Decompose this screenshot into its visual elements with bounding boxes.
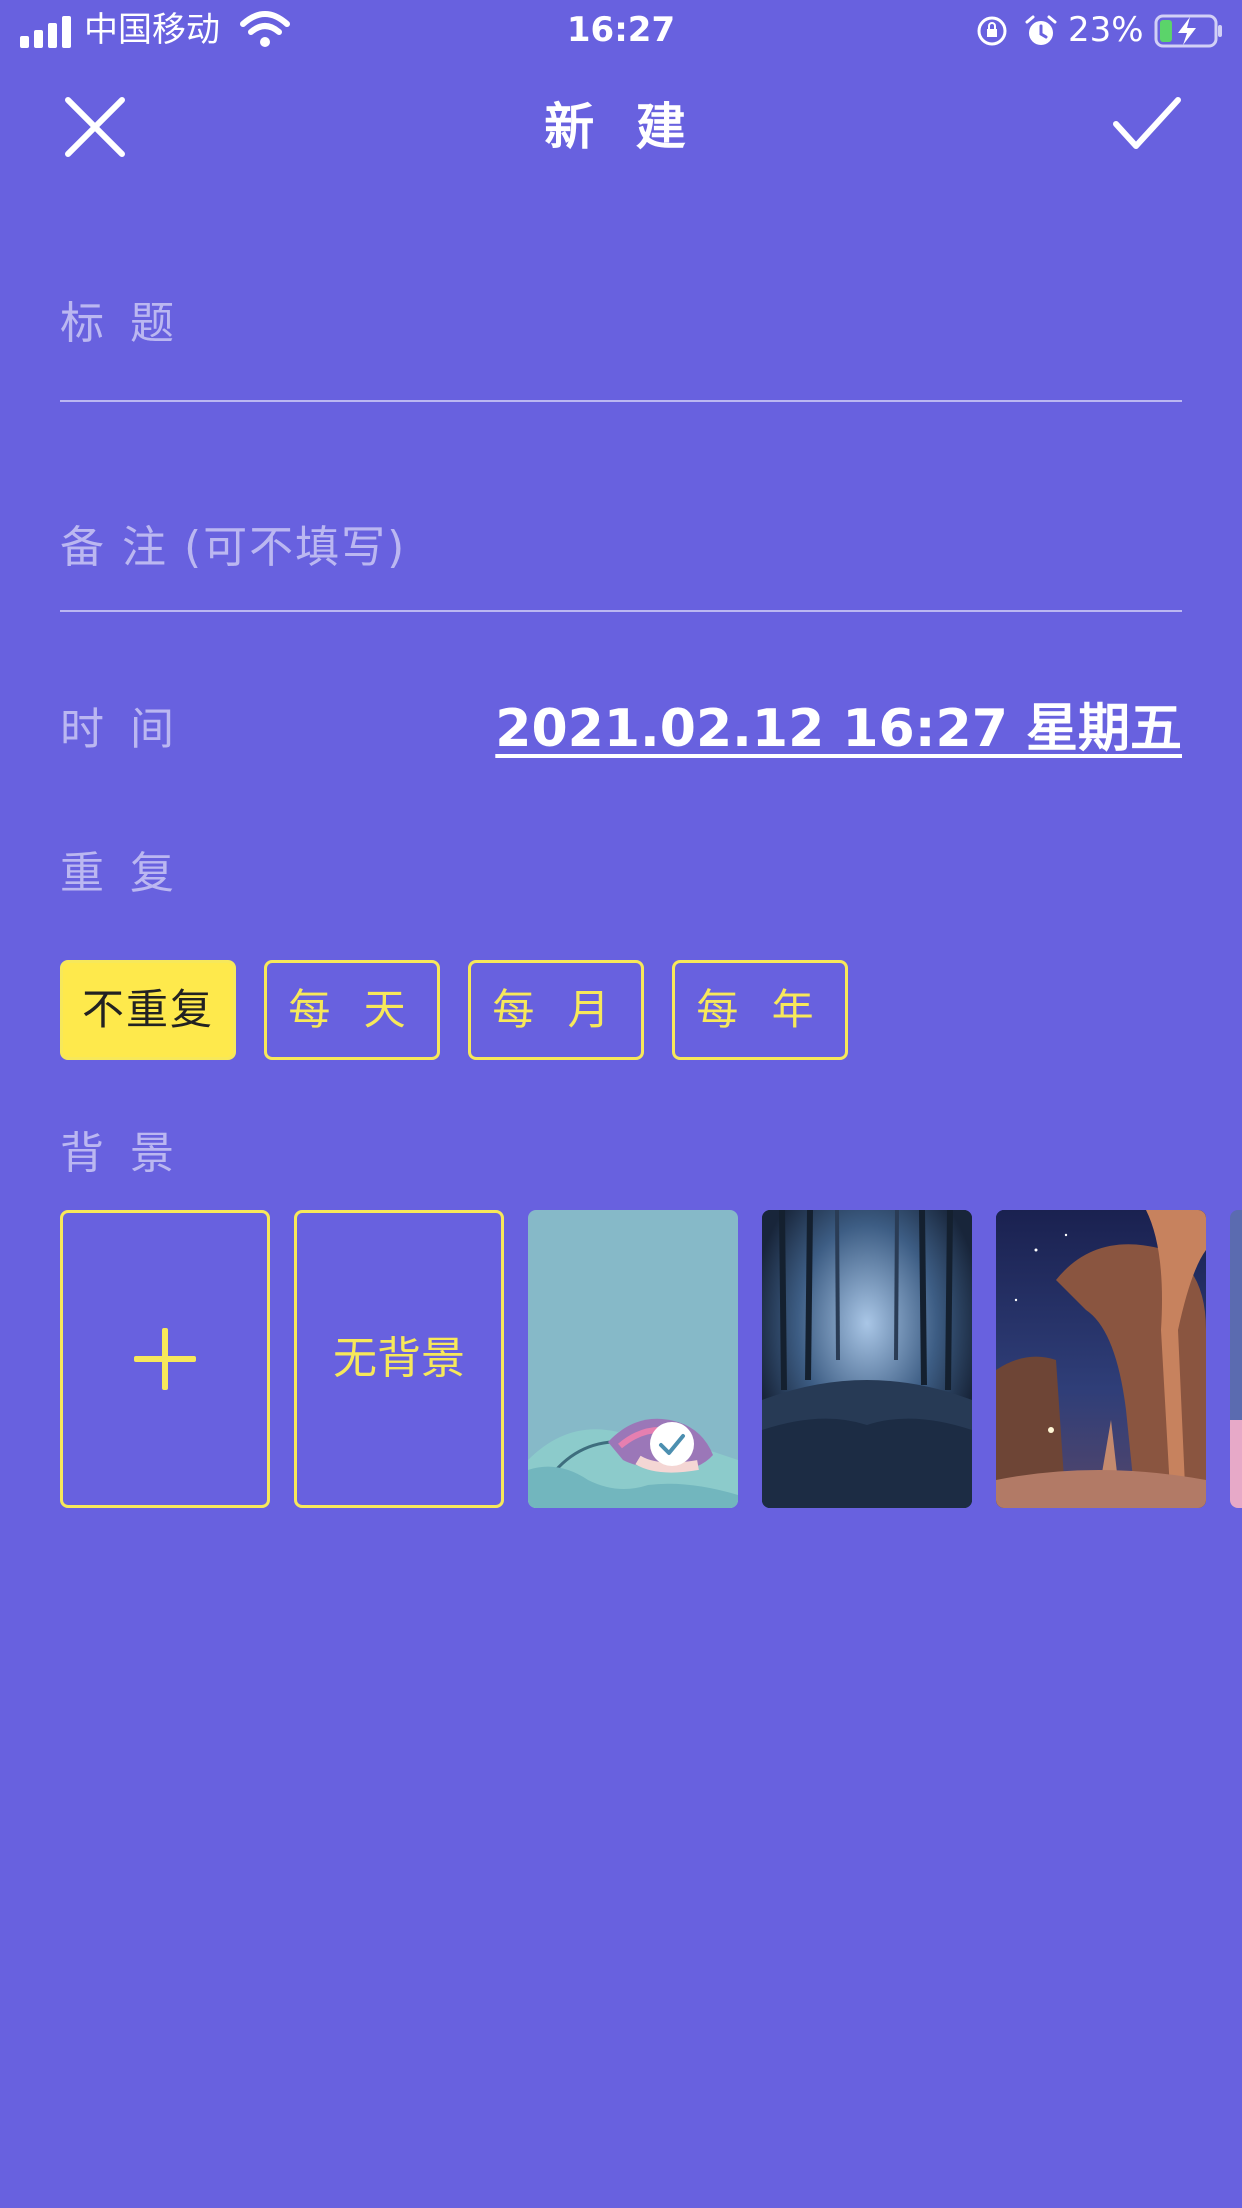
note-input[interactable]: 备 注 (可不填写) <box>60 518 406 578</box>
note-divider <box>60 610 1182 612</box>
confirm-check-icon[interactable] <box>1112 94 1182 154</box>
time-label: 时 间 <box>60 704 180 755</box>
page-title: 新 建 <box>544 98 698 156</box>
rotation-lock-icon <box>977 16 1007 46</box>
forest-image <box>762 1210 972 1508</box>
title-divider <box>60 400 1182 402</box>
night-road-image <box>996 1210 1206 1508</box>
alarm-icon <box>1025 15 1057 45</box>
no-background-option[interactable]: 无背景 <box>294 1210 504 1508</box>
background-thumbnail-forest[interactable] <box>762 1210 972 1508</box>
background-thumbnail-illustration[interactable] <box>528 1210 738 1508</box>
status-bar: 中国移动 16:27 23% <box>0 0 1242 60</box>
add-background-button[interactable] <box>60 1210 270 1508</box>
time-picker[interactable]: 2021.02.12 16:27 星期五 <box>495 694 1182 764</box>
repeat-label: 重 复 <box>60 848 180 899</box>
no-background-label: 无背景 <box>333 1333 465 1384</box>
illustration-image <box>528 1418 738 1508</box>
repeat-option-daily[interactable]: 每 天 <box>264 960 440 1060</box>
title-input[interactable]: 标 题 <box>60 294 180 354</box>
battery-percent: 23% <box>1068 10 1144 50</box>
selected-check-icon <box>650 1422 694 1466</box>
repeat-option-none[interactable]: 不重复 <box>60 960 236 1060</box>
background-thumbnail-partial[interactable] <box>1230 1210 1242 1508</box>
background-thumbnail-night-road[interactable] <box>996 1210 1206 1508</box>
repeat-option-yearly[interactable]: 每 年 <box>672 960 848 1060</box>
background-label: 背 景 <box>60 1128 180 1179</box>
battery-charging-icon <box>1154 14 1222 48</box>
repeat-option-monthly[interactable]: 每 月 <box>468 960 644 1060</box>
plus-icon <box>134 1328 196 1390</box>
